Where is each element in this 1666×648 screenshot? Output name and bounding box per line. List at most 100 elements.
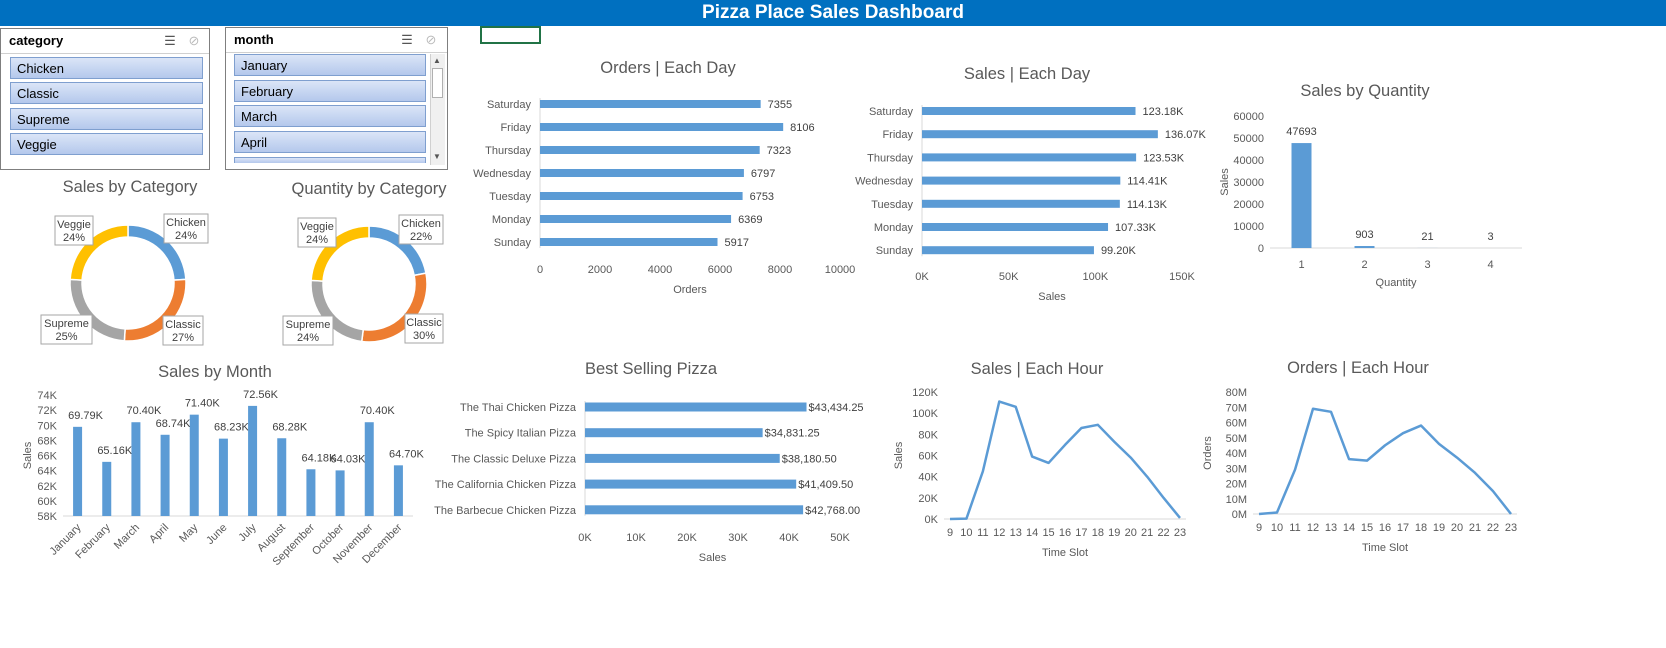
best_selling_pizza-tick-label: 10K xyxy=(626,532,646,544)
orders_each_hour-axis-title: Time Slot xyxy=(1362,542,1408,554)
sales_each_day-data-label: 123.53K xyxy=(1143,152,1185,164)
sales_by_month-tick-label: 64K xyxy=(37,466,57,478)
sales_each_day-category-label: Tuesday xyxy=(871,199,913,211)
sales_by_quantity-tick-label: 10000 xyxy=(1233,221,1264,233)
orders_each_hour-tick-label: 0M xyxy=(1232,509,1247,521)
sales_each_day-tick-label: 100K xyxy=(1082,271,1108,283)
orders_each_day-bar xyxy=(540,169,744,177)
sales_by_quantity-data-label: 47693 xyxy=(1286,126,1317,138)
sales_by_category-data-label: 24% xyxy=(175,230,197,242)
sales_by_quantity-axis-title: Sales xyxy=(1219,168,1231,196)
sales_by_month-bar xyxy=(189,414,199,516)
sales_by_month-axis-title: Sales xyxy=(22,441,34,469)
sales_by_category-data-label: 27% xyxy=(172,332,194,344)
orders_each_day-bar xyxy=(540,123,784,131)
sales_by_quantity-tick-label: 40000 xyxy=(1233,155,1264,167)
sales_each_hour-axis-title: Time Slot xyxy=(1042,547,1088,559)
orders_each_hour-tick-label: 13 xyxy=(1325,522,1337,534)
sales_by_month-tick-label: 70K xyxy=(37,420,57,432)
sales_by_month-category-label: March xyxy=(112,522,142,552)
sales_each_hour-tick-label: 10 xyxy=(960,527,972,539)
best_selling_pizza-bar xyxy=(585,505,804,515)
orders_each_day-category-label: Saturday xyxy=(487,99,532,111)
sales_each_day-category-label: Monday xyxy=(874,222,914,234)
orders_each_hour-tick-label: 10 xyxy=(1271,522,1283,534)
best_selling_pizza-data-label: $42,768.00 xyxy=(805,505,860,517)
sales_by_quantity-category-label: 1 xyxy=(1298,259,1304,271)
sales_by_category-category-label: Supreme xyxy=(44,318,89,330)
best_selling_pizza-data-label: $43,434.25 xyxy=(809,402,864,414)
sales_each_hour-tick-label: 23 xyxy=(1174,527,1186,539)
best_selling_pizza-tick-label: 40K xyxy=(779,532,799,544)
orders_each_day-category-label: Sunday xyxy=(494,237,532,249)
sales_by_month-data-label: 64.70K xyxy=(389,448,425,460)
sales_by_month-data-label: 71.40K xyxy=(185,398,221,410)
quantity_by_category-data-label: 24% xyxy=(297,332,319,344)
sales_each_hour-tick-label: 15 xyxy=(1042,527,1054,539)
sales_by_category-category-label: Veggie xyxy=(57,219,91,231)
sales_each_hour-tick-label: 60K xyxy=(918,451,938,463)
orders_each_hour-series-line xyxy=(1258,407,1512,516)
best_selling_pizza-tick-label: 0K xyxy=(578,532,592,544)
best_selling_pizza-data-label: $38,180.50 xyxy=(782,453,837,465)
orders_each_day-category-label: Thursday xyxy=(485,145,531,157)
best_selling_pizza-tick-label: 30K xyxy=(728,532,748,544)
orders_each_hour-tick-label: 21 xyxy=(1469,522,1481,534)
sales_by_month-data-label: 70.40K xyxy=(126,405,162,417)
orders_each_hour-tick-label: 9 xyxy=(1256,522,1262,534)
orders_each_day-data-label: 7355 xyxy=(768,99,792,111)
sales_by_category-data-label: 25% xyxy=(55,331,77,343)
orders_each_day-data-label: 6797 xyxy=(751,168,775,180)
sales_by_month-bar xyxy=(131,422,141,516)
sales_each_day-category-label: Thursday xyxy=(867,152,913,164)
sales_by_month-bar xyxy=(73,426,83,516)
sales_by_month-tick-label: 74K xyxy=(37,390,57,402)
sales_by_month-bar xyxy=(218,438,228,516)
orders_each_hour-tick-label: 22 xyxy=(1487,522,1499,534)
quantity_by_category-category-label: Supreme xyxy=(286,319,331,331)
sales_by_month-bar xyxy=(364,422,374,516)
orders_each_hour-tick-label: 50M xyxy=(1226,433,1247,445)
sales_by_quantity-bar xyxy=(1354,246,1375,248)
quantity_by_category-data-label: 24% xyxy=(306,234,328,246)
sales_by_month-category-label: June xyxy=(204,522,229,547)
sales_by_month-bar xyxy=(102,461,112,516)
sales_each_day-bar xyxy=(922,176,1121,185)
orders_each_day-tick-label: 4000 xyxy=(648,264,672,276)
orders_each_hour-tick-label: 18 xyxy=(1415,522,1427,534)
sales_each_hour-tick-label: 20K xyxy=(918,493,938,505)
sales_each_hour-tick-label: 20 xyxy=(1125,527,1137,539)
orders_each_hour-tick-label: 11 xyxy=(1289,522,1300,534)
sales_by_month-bar xyxy=(160,434,170,516)
orders_each_day-category-label: Wednesday xyxy=(473,168,531,180)
best_selling_pizza-category-label: The Barbecue Chicken Pizza xyxy=(434,505,577,517)
sales_each_hour-tick-label: 0K xyxy=(925,514,939,526)
quantity_by_category-category-label: Classic xyxy=(406,317,442,329)
sales_each_day-tick-label: 150K xyxy=(1169,271,1195,283)
sales_each_hour-tick-label: 16 xyxy=(1059,527,1071,539)
orders_each_day-bar xyxy=(540,192,743,200)
sales_by_quantity-data-label: 903 xyxy=(1355,229,1373,241)
quantity_by_category-category-label: Veggie xyxy=(300,221,334,233)
orders_each_day-bar xyxy=(540,100,761,108)
sales_each_hour-tick-label: 9 xyxy=(947,527,953,539)
sales_by_quantity-data-label: 3 xyxy=(1487,231,1493,243)
sales_each_hour-tick-label: 13 xyxy=(1010,527,1022,539)
orders_each_day-tick-label: 6000 xyxy=(708,264,732,276)
orders_each_day-bar xyxy=(540,238,718,246)
orders_each_day-data-label: 6753 xyxy=(750,191,774,203)
sales_by_month-data-label: 72.56K xyxy=(243,389,279,401)
orders_each_hour-axis-title: Orders xyxy=(1202,436,1214,470)
sales_each_hour-series-line xyxy=(949,400,1181,521)
sales_each_hour-tick-label: 40K xyxy=(918,472,938,484)
orders_each_day-category-label: Monday xyxy=(492,214,532,226)
sales_by_month-tick-label: 66K xyxy=(37,451,57,463)
best_selling_pizza-data-label: $41,409.50 xyxy=(798,479,853,491)
orders_each_hour-tick-label: 16 xyxy=(1379,522,1391,534)
quantity_by_category-data-label: 22% xyxy=(410,231,432,243)
orders_each_hour-tick-label: 19 xyxy=(1433,522,1445,534)
sales_each_day-category-label: Wednesday xyxy=(855,176,913,188)
sales_by_month-category-label: May xyxy=(177,521,201,545)
orders_each_day-category-label: Friday xyxy=(500,122,531,134)
sales_each_day-bar xyxy=(922,153,1137,162)
